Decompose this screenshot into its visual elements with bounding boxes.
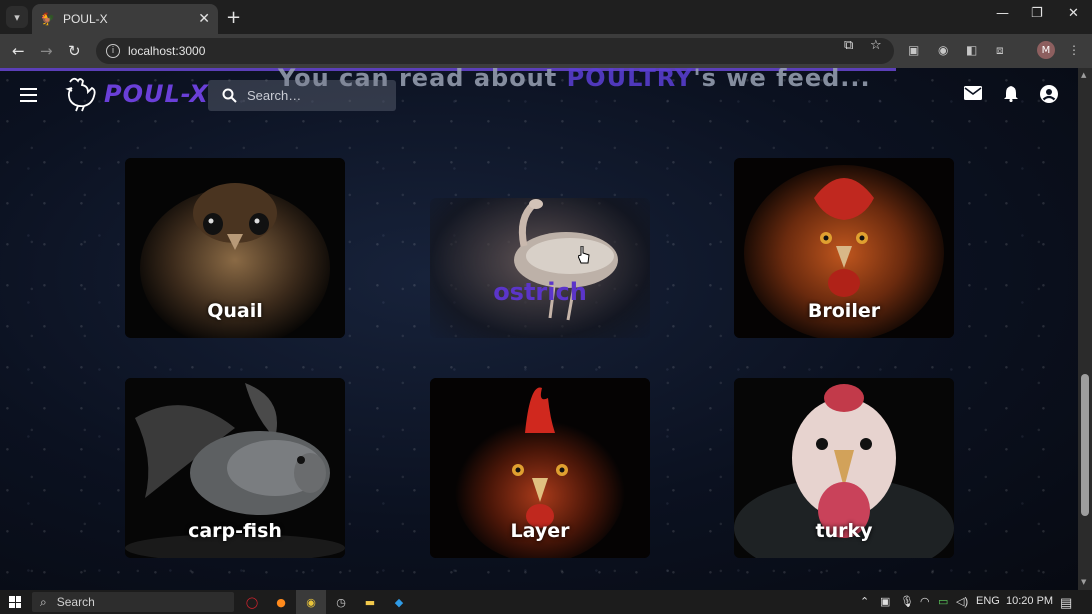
heading-highlight: POULTRY: [566, 68, 694, 92]
tray-wifi-icon[interactable]: ◠: [920, 595, 930, 608]
logo-text: POUL-X: [104, 80, 209, 108]
card-label: Broiler: [807, 300, 881, 322]
search-icon: [222, 88, 237, 103]
notification-center-icon[interactable]: ▤: [1060, 595, 1072, 611]
new-tab-button[interactable]: +: [226, 7, 241, 28]
account-circle-icon[interactable]: [1040, 85, 1058, 103]
site-info-icon[interactable]: i: [106, 44, 120, 58]
card-label-ostrich: ostrich: [493, 278, 587, 306]
tray-overflow-icon[interactable]: ⌃: [860, 595, 869, 608]
card-broiler[interactable]: Broiler: [734, 158, 954, 338]
firefox-icon[interactable]: ●: [272, 593, 290, 611]
profile-avatar[interactable]: M: [1037, 41, 1055, 59]
taskbar-search[interactable]: ⌕ Search: [32, 592, 234, 612]
tab-title: POUL-X: [62, 12, 108, 26]
card-turky[interactable]: turky: [734, 378, 954, 558]
browser-menu-icon[interactable]: ⋮: [1068, 43, 1080, 57]
hamburger-menu-icon[interactable]: [20, 88, 37, 102]
card-label: Quail: [207, 300, 263, 322]
url-text: localhost:3000: [128, 44, 206, 58]
browser-toolbar: ← → ↻ i localhost:3000 ⧉ ☆ ▣ ◉ ◧ ⧈ ⋮: [0, 34, 1092, 68]
tray-clock[interactable]: 10:20 PM: [1006, 595, 1053, 607]
taskbar-search-label: Search: [56, 595, 95, 609]
search-input[interactable]: Search…: [208, 80, 396, 111]
rooster-favicon-icon: 🐓: [40, 12, 55, 26]
card-label: carp-fish: [188, 520, 282, 542]
tray-camera-icon[interactable]: ▣: [880, 595, 890, 608]
heading-text-post: 's we feed...: [693, 68, 871, 92]
install-app-icon[interactable]: ⧉: [844, 38, 853, 53]
restore-icon[interactable]: ❐: [1031, 6, 1043, 21]
tray-language[interactable]: ENG: [976, 595, 1000, 607]
address-bar[interactable]: i localhost:3000: [96, 38, 894, 64]
taskbar-search-icon: ⌕: [40, 594, 47, 609]
scrollbar-thumb[interactable]: [1081, 374, 1089, 516]
clock-app-icon[interactable]: ◷: [332, 593, 350, 611]
logo[interactable]: POUL-X: [64, 76, 209, 112]
extension-3-icon[interactable]: ◧: [966, 43, 977, 57]
tray-microphone-icon[interactable]: 🎙: [900, 595, 914, 608]
card-layer[interactable]: Layer: [430, 378, 650, 558]
card-carp-fish[interactable]: carp-fish: [125, 378, 345, 558]
reload-icon[interactable]: ↻: [68, 42, 81, 60]
card-label: Layer: [510, 520, 570, 542]
file-explorer-icon[interactable]: ▬: [361, 593, 379, 611]
tab-close-icon[interactable]: ✕: [198, 11, 210, 27]
page-scrollbar[interactable]: ▲ ▼: [1078, 68, 1092, 590]
hand-cursor-icon: [578, 246, 590, 264]
windows-taskbar: ⌕ Search ◯ ● ◉ ◷ ▬ ◆ ⌃ ▣ 🎙 ◠ ▭ ◁) ENG 10…: [0, 590, 1092, 614]
page-viewport: You can read about POULTRY's we feed... …: [0, 68, 1078, 590]
opera-icon[interactable]: ◯: [243, 593, 261, 611]
extension-2-icon[interactable]: ◉: [938, 43, 948, 57]
extensions-puzzle-icon[interactable]: ⧈: [996, 43, 1004, 58]
mail-icon[interactable]: [964, 86, 982, 100]
windows-start-icon[interactable]: [9, 596, 21, 608]
browser-tab[interactable]: 🐓 POUL-X ✕: [32, 4, 218, 34]
bookmark-star-icon[interactable]: ☆: [870, 38, 882, 53]
card-quail[interactable]: Quail: [125, 158, 345, 338]
ostrich-image: [514, 199, 618, 321]
tray-battery-icon[interactable]: ▭: [938, 595, 948, 608]
back-icon[interactable]: ←: [12, 42, 25, 60]
extension-1-icon[interactable]: ▣: [908, 43, 919, 57]
card-label: turky: [815, 520, 873, 542]
tab-search-button[interactable]: ▾: [6, 6, 28, 28]
vscode-icon[interactable]: ◆: [390, 593, 408, 611]
scroll-up-arrow-icon[interactable]: ▲: [1081, 71, 1086, 79]
window-close-icon[interactable]: ✕: [1068, 6, 1079, 21]
rooster-logo-icon: [65, 77, 96, 112]
tray-volume-icon[interactable]: ◁): [956, 595, 968, 608]
chrome-icon[interactable]: ◉: [302, 593, 320, 611]
search-placeholder: Search…: [247, 88, 302, 103]
forward-icon[interactable]: →: [40, 42, 53, 60]
minimize-icon[interactable]: —: [996, 6, 1009, 21]
browser-tab-bar: ▾ 🐓 POUL-X ✕ + — ❐ ✕: [0, 0, 1092, 34]
scroll-down-arrow-icon[interactable]: ▼: [1081, 578, 1086, 586]
notifications-bell-icon[interactable]: [1003, 85, 1019, 102]
